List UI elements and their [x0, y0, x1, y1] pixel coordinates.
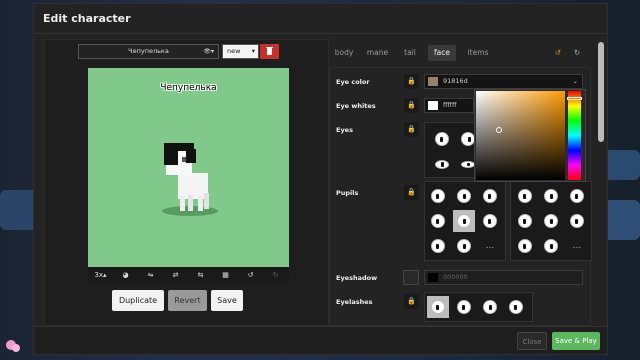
pupil-option[interactable]	[479, 185, 501, 207]
eye-whites-value: ffffff	[443, 101, 457, 109]
mode-select-value: new	[227, 47, 241, 55]
zoom-label: 3x	[94, 271, 104, 279]
eyeshadow-toggle[interactable]	[403, 270, 419, 285]
eye-option[interactable]	[431, 153, 453, 175]
eyeshadow-label: Eyeshadow	[336, 274, 378, 282]
more-options-button[interactable]: ...	[479, 235, 501, 257]
pony-sprite	[162, 143, 218, 216]
redo-icon[interactable]: ↻	[570, 45, 584, 61]
redo-icon[interactable]: ↻	[263, 267, 288, 283]
duplicate-button[interactable]: Duplicate	[112, 290, 164, 311]
eyelash-option[interactable]	[479, 296, 501, 318]
pupil-option[interactable]	[453, 235, 475, 257]
pupils-grid-left: ...	[424, 181, 506, 261]
pupil-option[interactable]	[427, 235, 449, 257]
chevron-down-icon[interactable]: ⌄	[573, 75, 578, 88]
pupils-label: Pupils	[336, 189, 359, 197]
preview-panel: Чепупелька 👁▾ new ▾ Чепупелька 3x▴ ◕ ⇋ ⇄…	[44, 39, 329, 326]
zoom-select[interactable]: 3x▴	[88, 267, 113, 283]
eyeshadow-field[interactable]: 000000	[424, 270, 583, 285]
eye-color-swatch	[428, 77, 438, 86]
eyelashes-label: Eyelashes	[336, 298, 373, 306]
lock-icon[interactable]: 🔒	[404, 185, 419, 200]
lock-icon[interactable]: 🔒	[404, 98, 419, 113]
pupil-option[interactable]	[540, 235, 562, 257]
eyes-label: Eyes	[336, 126, 353, 134]
pupil-option[interactable]	[566, 185, 588, 207]
pupil-option[interactable]	[479, 210, 501, 232]
eye-color-value: 91816d	[443, 77, 468, 85]
chat-icon[interactable]	[4, 338, 22, 354]
pupil-option[interactable]	[566, 210, 588, 232]
character-preview[interactable]: Чепупелька	[88, 68, 289, 267]
eyeshadow-swatch	[428, 273, 438, 282]
pupil-option[interactable]	[514, 210, 536, 232]
delete-button[interactable]	[260, 44, 279, 59]
pupil-option-selected[interactable]	[453, 210, 475, 232]
pupil-option[interactable]	[453, 185, 475, 207]
trash-icon	[266, 47, 273, 55]
hue-handle[interactable]	[567, 97, 582, 100]
pupil-option[interactable]	[514, 235, 536, 257]
chevron-up-icon: ▴	[103, 271, 107, 279]
grid-icon[interactable]: ▦	[213, 267, 238, 283]
flip-horizontal-icon[interactable]: ⇋	[138, 267, 163, 283]
pupil-option[interactable]	[540, 210, 562, 232]
save-play-button[interactable]: Save & Play	[552, 332, 600, 350]
pupils-grid-right: ...	[510, 181, 592, 261]
undo-icon[interactable]: ↺	[551, 45, 565, 61]
tab-mane[interactable]: mane	[364, 45, 391, 61]
eyelash-option[interactable]	[453, 296, 475, 318]
saturation-brightness-area[interactable]	[476, 91, 565, 180]
scrollbar[interactable]	[598, 42, 604, 142]
modal-footer: Close Save & Play	[34, 326, 607, 354]
chevron-down-icon: ▾	[251, 47, 255, 55]
mode-select[interactable]: new ▾	[222, 44, 259, 59]
color-picker-popup	[474, 89, 586, 182]
options-panel: body mane tail face items ↺ ↻ Eye color …	[329, 39, 598, 326]
pupil-option[interactable]	[514, 185, 536, 207]
lock-icon[interactable]: 🔒	[404, 294, 419, 309]
eye-option[interactable]	[431, 128, 453, 150]
pupil-option[interactable]	[540, 185, 562, 207]
eye-slash-icon[interactable]: 👁▾	[203, 45, 214, 58]
close-button[interactable]: Close	[517, 332, 547, 350]
character-nametag: Чепупелька	[160, 83, 217, 93]
eyelash-option-selected[interactable]	[427, 296, 449, 318]
tab-face[interactable]: face	[428, 45, 456, 61]
picker-cursor[interactable]	[496, 127, 502, 133]
tab-tail[interactable]: tail	[400, 45, 420, 61]
eyelashes-grid	[424, 292, 533, 322]
character-select-value: Чепупелька	[128, 47, 169, 55]
more-options-button[interactable]: ...	[566, 235, 588, 257]
save-button[interactable]: Save	[211, 290, 243, 311]
lock-icon[interactable]: 🔒	[404, 122, 419, 137]
palette-icon[interactable]: ◕	[113, 267, 138, 283]
eyeshadow-value: 000000	[443, 273, 468, 281]
swap-icon[interactable]: ⇄	[163, 267, 188, 283]
lock-icon[interactable]: 🔒	[404, 74, 419, 89]
modal-title: Edit character	[34, 4, 607, 34]
eye-whites-label: Eye whites	[336, 102, 376, 110]
eye-color-label: Eye color	[336, 78, 370, 86]
eyelash-option[interactable]	[505, 296, 527, 318]
undo-icon[interactable]: ↺	[238, 267, 263, 283]
pupil-option[interactable]	[427, 210, 449, 232]
eye-whites-field[interactable]: ffffff	[424, 98, 474, 113]
tab-items[interactable]: items	[464, 45, 492, 61]
preview-toolbar: 3x▴ ◕ ⇋ ⇄ ⇆ ▦ ↺ ↻	[88, 267, 289, 283]
revert-button[interactable]: Revert	[168, 290, 207, 311]
swap-arrows-icon[interactable]: ⇆	[188, 267, 213, 283]
tab-body[interactable]: body	[332, 45, 356, 61]
eye-color-field[interactable]: 91816d ⌄	[424, 74, 583, 89]
hue-slider[interactable]	[567, 91, 582, 180]
pupil-option[interactable]	[427, 185, 449, 207]
eye-whites-swatch	[428, 101, 438, 110]
character-select[interactable]: Чепупелька 👁▾	[78, 44, 219, 59]
